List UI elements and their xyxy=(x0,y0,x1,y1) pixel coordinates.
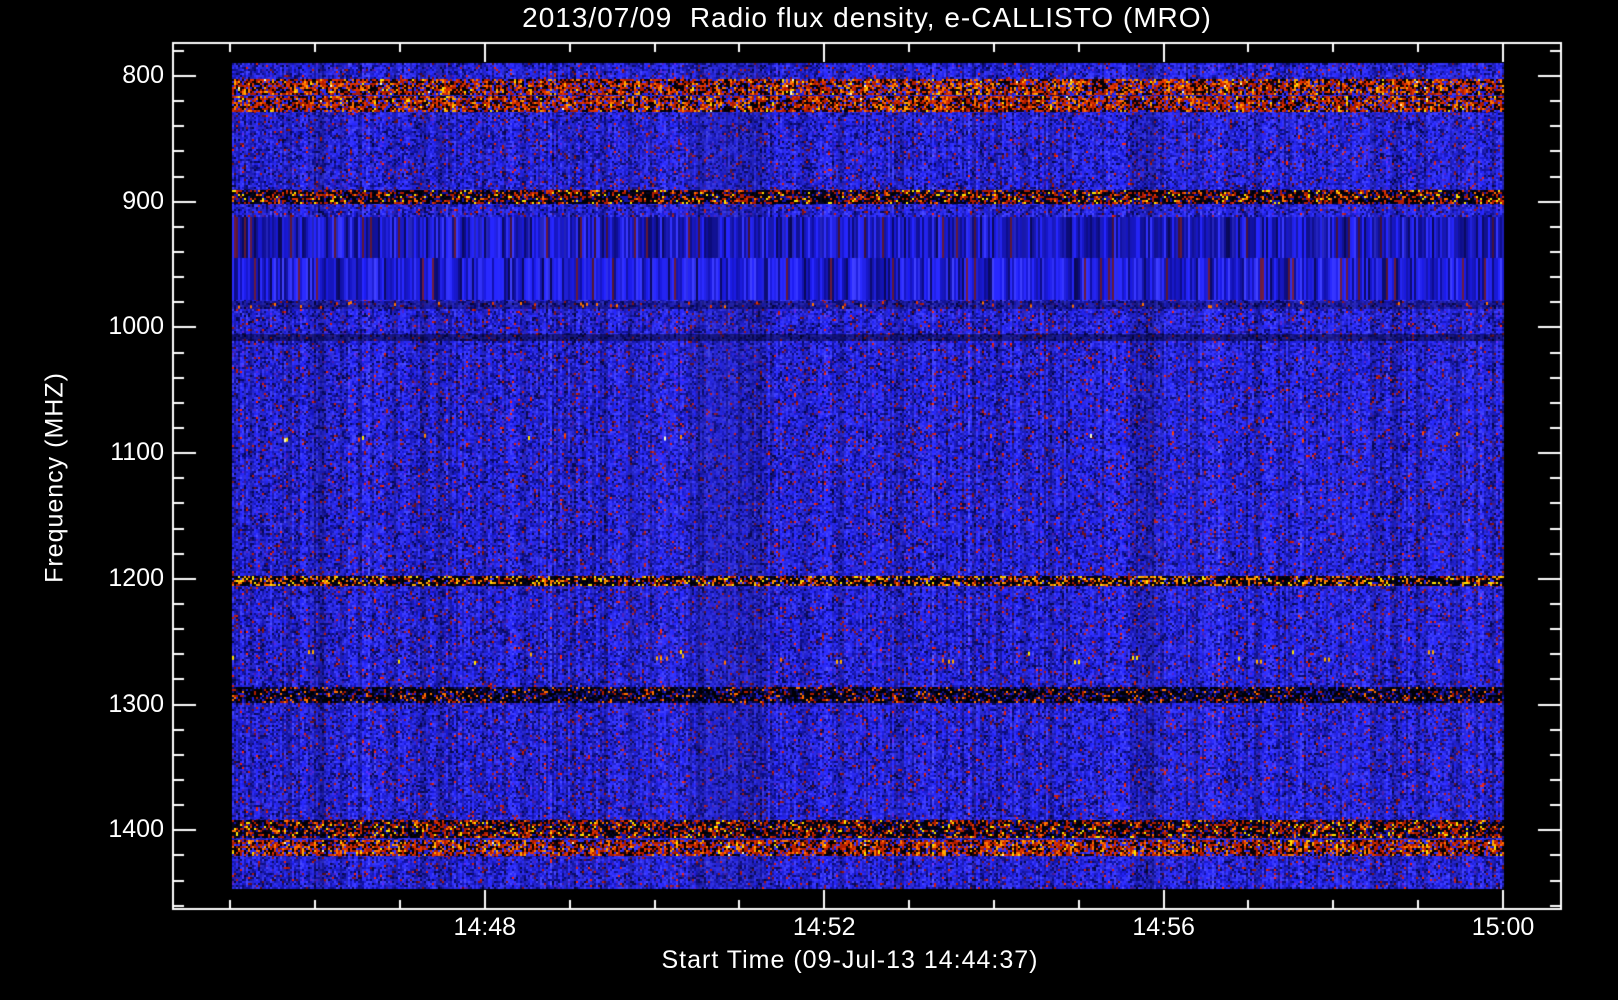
y-tick-label: 1300 xyxy=(108,689,164,718)
y-tick-label: 1400 xyxy=(108,815,164,844)
x-tick-label: 14:52 xyxy=(792,913,856,941)
spectrogram-window: 2013/07/09 Radio flux density, e-CALLIST… xyxy=(0,0,1618,1000)
y-tick-label: 1000 xyxy=(108,312,164,341)
y-tick-label: 1100 xyxy=(110,438,164,467)
x-tick-label: 14:56 xyxy=(1132,913,1195,941)
chart-title: 2013/07/09 Radio flux density, e-CALLIST… xyxy=(522,2,1212,33)
spectrogram-canvas xyxy=(0,0,1618,1000)
x-tick-label: 15:00 xyxy=(1471,913,1535,941)
x-tick-label: 14:48 xyxy=(453,913,517,941)
y-tick-label: 1200 xyxy=(108,563,164,592)
y-tick-label: 900 xyxy=(122,186,164,215)
x-axis-label: Start Time (09-Jul-13 14:44:37) xyxy=(661,946,1039,974)
y-tick-label: 800 xyxy=(122,61,164,89)
